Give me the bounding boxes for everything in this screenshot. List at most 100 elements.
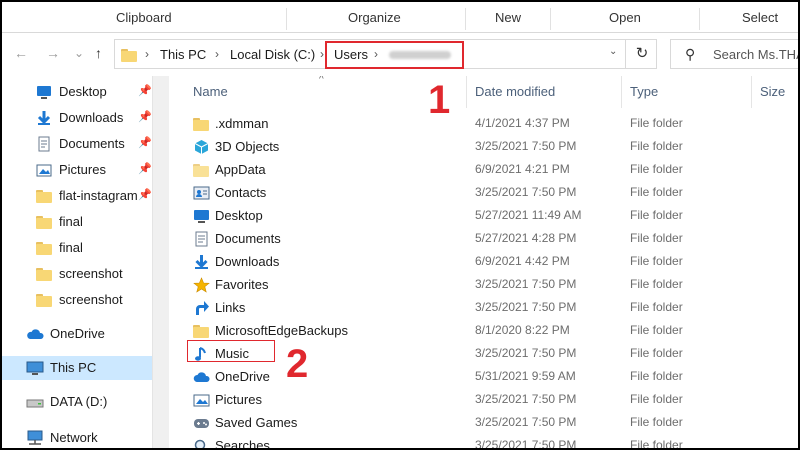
file-name: AppData xyxy=(215,162,266,177)
table-row[interactable]: 3D Objects 3/25/2021 7:50 PM File folder xyxy=(169,136,798,159)
file-name: Downloads xyxy=(215,254,280,269)
ribbon-group-open: Open xyxy=(609,10,641,25)
file-type: File folder xyxy=(630,185,683,199)
star-icon xyxy=(193,277,210,293)
pin-icon[interactable]: 📌 xyxy=(138,162,152,175)
folder-icon xyxy=(193,323,210,339)
column-divider[interactable] xyxy=(751,76,752,108)
table-row[interactable]: Desktop 5/27/2021 11:49 AM File folder xyxy=(169,205,798,228)
column-divider[interactable] xyxy=(466,76,467,108)
table-row[interactable]: Links 3/25/2021 7:50 PM File folder xyxy=(169,297,798,320)
file-type: File folder xyxy=(630,323,683,337)
ribbon-group-select: Select xyxy=(742,10,779,25)
table-row[interactable]: .xdmman 4/1/2021 4:37 PM File folder xyxy=(169,113,798,136)
file-type: File folder xyxy=(630,392,683,406)
up-button[interactable]: ↑ xyxy=(95,45,102,61)
sidebar-item-label: screenshot xyxy=(59,292,123,307)
file-name: 3D Objects xyxy=(215,139,280,154)
file-date: 3/25/2021 7:50 PM xyxy=(475,139,577,153)
sidebar-item-label: flat-instagram xyxy=(59,188,137,203)
folder-icon xyxy=(36,292,52,308)
file-name: Links xyxy=(215,300,246,315)
saved-games-icon xyxy=(193,415,210,431)
sidebar-item-label: OneDrive xyxy=(50,326,105,341)
sidebar-item-onedrive[interactable]: OneDrive xyxy=(2,322,152,346)
column-header-date-modified[interactable]: Date modified xyxy=(475,84,555,99)
table-row[interactable]: Saved Games 3/25/2021 7:50 PM File folde… xyxy=(169,412,798,435)
3d-objects-icon xyxy=(193,139,210,155)
column-header-name[interactable]: Name xyxy=(193,84,228,99)
file-type: File folder xyxy=(630,139,683,153)
sidebar-item-this-pc[interactable]: This PC xyxy=(2,356,152,380)
pictures-icon xyxy=(36,162,52,178)
sidebar-item-final[interactable]: final xyxy=(2,236,152,260)
pin-icon[interactable]: 📌 xyxy=(138,110,152,123)
file-name: Documents xyxy=(215,231,281,246)
ribbon-group-organize: Organize xyxy=(348,10,401,25)
chevron-down-icon[interactable]: ⌄ xyxy=(609,46,617,57)
sidebar-item-network[interactable]: Network xyxy=(2,426,152,448)
back-button[interactable]: ← xyxy=(14,45,28,61)
forward-button[interactable]: → xyxy=(46,45,60,61)
breadcrumb-this-pc[interactable]: This PC xyxy=(160,47,206,62)
table-row[interactable]: Pictures 3/25/2021 7:50 PM File folder xyxy=(169,389,798,412)
file-date: 4/1/2021 4:37 PM xyxy=(475,116,570,130)
sidebar-item-flat-instagram[interactable]: flat-instagram 📌 xyxy=(2,184,152,208)
table-row[interactable]: OneDrive 5/31/2021 9:59 AM File folder xyxy=(169,366,798,389)
column-header-size[interactable]: Size xyxy=(760,84,785,99)
search-icon xyxy=(193,438,210,448)
navigation-scrollbar[interactable] xyxy=(152,76,169,448)
pin-icon[interactable]: 📌 xyxy=(138,84,152,97)
sidebar-item-desktop[interactable]: Desktop 📌 xyxy=(2,80,152,104)
table-row[interactable]: Downloads 6/9/2021 4:42 PM File folder xyxy=(169,251,798,274)
ribbon-divider xyxy=(699,8,700,30)
sidebar-item-data-drive[interactable]: DATA (D:) xyxy=(2,390,152,414)
column-header-type[interactable]: Type xyxy=(630,84,658,99)
sidebar-item-screenshot[interactable]: screenshot xyxy=(2,262,152,286)
ribbon-divider xyxy=(286,8,287,30)
folder-icon xyxy=(36,214,52,230)
sidebar-item-documents[interactable]: Documents 📌 xyxy=(2,132,152,156)
table-row[interactable]: Documents 5/27/2021 4:28 PM File folder xyxy=(169,228,798,251)
table-row[interactable]: Contacts 3/25/2021 7:50 PM File folder xyxy=(169,182,798,205)
file-type: File folder xyxy=(630,438,683,448)
column-divider[interactable] xyxy=(621,76,622,108)
sidebar-item-final[interactable]: final xyxy=(2,210,152,234)
network-icon xyxy=(26,430,43,446)
step-number-2: 2 xyxy=(286,342,309,386)
folder-icon xyxy=(36,188,52,204)
pictures-icon xyxy=(193,392,210,408)
ribbon: Clipboard Organize New Open Select xyxy=(2,2,798,33)
step-number-1: 1 xyxy=(428,78,451,122)
sidebar-item-screenshot[interactable]: screenshot xyxy=(2,288,152,312)
download-icon xyxy=(193,254,210,270)
breadcrumb-separator[interactable]: › xyxy=(215,47,219,61)
sidebar-item-label: final xyxy=(59,214,83,229)
file-type: File folder xyxy=(630,254,683,268)
pin-icon[interactable]: 📌 xyxy=(138,188,152,201)
users-highlight-box xyxy=(325,41,464,69)
sidebar-item-pictures[interactable]: Pictures 📌 xyxy=(2,158,152,182)
recent-locations-button[interactable]: ⌄ xyxy=(74,45,84,61)
table-row[interactable]: AppData 6/9/2021 4:21 PM File folder xyxy=(169,159,798,182)
folder-icon xyxy=(193,116,210,132)
table-row[interactable]: Searches 3/25/2021 7:50 PM File folder xyxy=(169,435,798,448)
file-date: 3/25/2021 7:50 PM xyxy=(475,277,577,291)
sidebar-item-label: Desktop xyxy=(59,84,107,99)
table-row[interactable]: Favorites 3/25/2021 7:50 PM File folder xyxy=(169,274,798,297)
sidebar-item-downloads[interactable]: Downloads 📌 xyxy=(2,106,152,130)
search-box[interactable]: ⚲ Search Ms.THA xyxy=(670,39,798,69)
file-type: File folder xyxy=(630,116,683,130)
breadcrumb-local-disk[interactable]: Local Disk (C:) xyxy=(230,47,315,62)
file-date: 3/25/2021 7:50 PM xyxy=(475,346,577,360)
contacts-icon xyxy=(193,185,210,201)
breadcrumb-separator[interactable]: › xyxy=(145,47,149,61)
file-date: 3/25/2021 7:50 PM xyxy=(475,392,577,406)
file-name: Desktop xyxy=(215,208,263,223)
breadcrumb-separator[interactable]: › xyxy=(320,47,324,61)
refresh-button[interactable]: ↻ xyxy=(625,40,658,68)
pin-icon[interactable]: 📌 xyxy=(138,136,152,149)
file-date: 3/25/2021 7:50 PM xyxy=(475,415,577,429)
drive-icon xyxy=(26,394,44,410)
file-name: Favorites xyxy=(215,277,269,292)
